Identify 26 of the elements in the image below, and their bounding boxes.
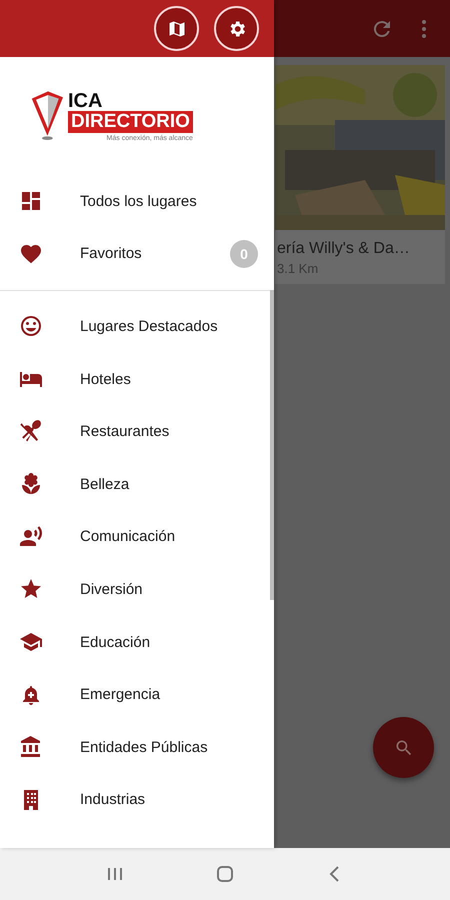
menu-item[interactable]: Educación: [0, 616, 274, 668]
person-voice-icon: [19, 524, 43, 549]
bank-icon: [19, 735, 43, 760]
map-icon: [166, 18, 186, 38]
menu-item[interactable]: Hoteles: [0, 352, 274, 406]
menu-item[interactable]: Emergencia: [0, 668, 274, 721]
menu-item[interactable]: Diversión: [0, 563, 274, 616]
fork-knife-icon: [19, 420, 43, 444]
menu-item[interactable]: Comunicación: [0, 510, 274, 564]
logo-text: DIRECTORIO: [68, 110, 193, 132]
menu-item[interactable]: Restaurantes: [0, 405, 274, 458]
lotus-icon: [19, 472, 43, 496]
menu-item[interactable]: Favoritos 0: [0, 228, 274, 280]
map-button[interactable]: [154, 6, 199, 51]
menu-item[interactable]: Belleza: [0, 458, 274, 511]
menu-item[interactable]: Todos los lugares: [0, 175, 274, 228]
card-title: ería Willy's & Da…: [276, 239, 411, 258]
menu-item[interactable]: Lugares Destacados: [0, 300, 274, 353]
menu-item[interactable]: Industrias: [0, 774, 274, 826]
settings-button[interactable]: [214, 6, 259, 51]
search-icon: [394, 738, 414, 758]
logo-text: ICA: [68, 90, 102, 110]
smiley-icon: [19, 314, 43, 338]
count-badge: 0: [230, 240, 258, 268]
search-button[interactable]: [373, 717, 434, 778]
menu-item[interactable]: Entidades Públicas: [0, 720, 274, 774]
